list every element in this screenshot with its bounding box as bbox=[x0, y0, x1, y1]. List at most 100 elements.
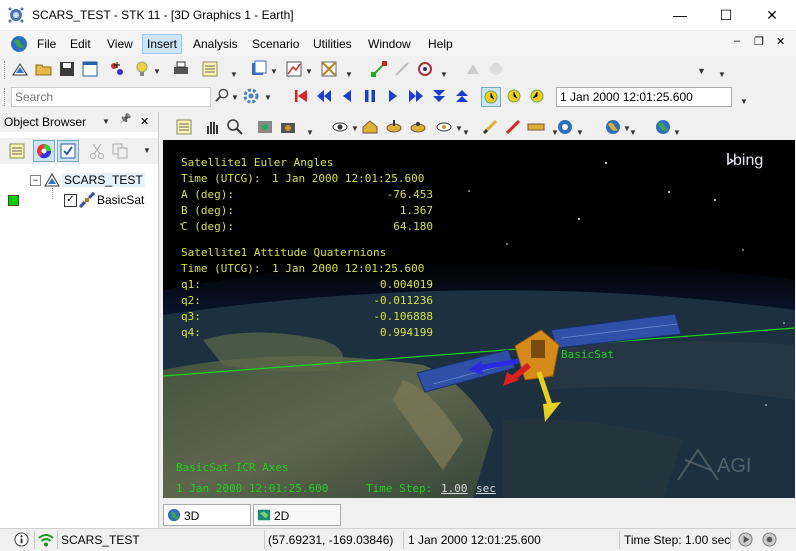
menu-file[interactable]: File bbox=[33, 35, 60, 53]
chevron-down-icon[interactable]: ▼ bbox=[231, 93, 239, 102]
menu-edit[interactable]: Edit bbox=[66, 35, 95, 53]
reset-animation-icon[interactable] bbox=[292, 87, 310, 105]
show-checked-toggle[interactable] bbox=[57, 140, 79, 162]
info-icon[interactable] bbox=[14, 532, 29, 547]
chevron-down-icon[interactable]: ▼ bbox=[629, 128, 637, 137]
pencil-icon[interactable] bbox=[504, 118, 522, 136]
faster-icon[interactable] bbox=[453, 87, 471, 105]
deck-access-icon[interactable] bbox=[464, 60, 482, 78]
search-icon[interactable] bbox=[214, 88, 229, 103]
time-step-unit[interactable]: sec bbox=[476, 482, 496, 495]
tree-item-scenario[interactable]: SCARS_TEST bbox=[62, 173, 145, 187]
reverse-icon[interactable] bbox=[338, 87, 356, 105]
analysis-tool-icon[interactable] bbox=[320, 60, 338, 78]
minimize-button[interactable]: — bbox=[657, 0, 703, 30]
view-from-icon[interactable] bbox=[331, 118, 349, 136]
gear-icon[interactable] bbox=[242, 87, 260, 105]
time-step-value[interactable]: 1.00 bbox=[441, 482, 468, 495]
menu-insert[interactable]: Insert bbox=[142, 34, 183, 54]
chain-icon[interactable] bbox=[416, 60, 434, 78]
graph-icon[interactable] bbox=[285, 60, 303, 78]
save-icon[interactable] bbox=[58, 60, 76, 78]
clock-icon[interactable] bbox=[505, 87, 523, 105]
chevron-down-icon[interactable]: ▼ bbox=[143, 146, 151, 155]
satellite-visibility-checkbox[interactable]: ✓ bbox=[64, 194, 77, 207]
measure-icon[interactable] bbox=[481, 118, 499, 136]
menu-utilities[interactable]: Utilities bbox=[309, 35, 356, 53]
toolbar-grip[interactable] bbox=[4, 61, 8, 79]
pause-icon[interactable] bbox=[361, 87, 379, 105]
chevron-down-icon[interactable]: ▼ bbox=[440, 70, 448, 79]
current-time-field[interactable] bbox=[556, 87, 732, 107]
access-icon[interactable] bbox=[370, 60, 388, 78]
chevron-down-icon[interactable]: ▼ bbox=[697, 66, 706, 76]
insert-object-icon[interactable] bbox=[108, 60, 126, 78]
new-scenario-icon[interactable] bbox=[11, 60, 29, 78]
tree-collapse-toggle[interactable]: − bbox=[30, 175, 41, 186]
toolbar-grip[interactable] bbox=[4, 88, 8, 106]
3d-graphics-view[interactable]: bing AGI Satellite1 Euler Angles Time (U… bbox=[163, 140, 795, 498]
chevron-down-icon[interactable]: ▼ bbox=[462, 128, 470, 137]
earth-view-icon[interactable] bbox=[654, 118, 672, 136]
chevron-down-icon[interactable]: ▼ bbox=[305, 67, 313, 76]
chevron-down-icon[interactable]: ▼ bbox=[673, 128, 681, 137]
chevron-down-icon[interactable]: ▼ bbox=[306, 128, 314, 137]
copy-icon[interactable] bbox=[111, 142, 129, 160]
mdi-close-button[interactable]: ✕ bbox=[776, 35, 785, 48]
report-icon[interactable] bbox=[175, 118, 193, 136]
camera-icon[interactable] bbox=[279, 118, 297, 136]
globe-manager-icon[interactable] bbox=[604, 118, 622, 136]
chevron-down-icon[interactable]: ▼ bbox=[230, 70, 238, 79]
menu-view[interactable]: View bbox=[103, 35, 137, 53]
mdi-minimize-button[interactable]: – bbox=[734, 35, 740, 47]
cut-icon[interactable] bbox=[88, 142, 106, 160]
report-icon[interactable] bbox=[8, 142, 26, 160]
chevron-down-icon[interactable]: ▼ bbox=[264, 93, 272, 102]
menu-analysis[interactable]: Analysis bbox=[189, 35, 242, 53]
reports-manager-icon[interactable] bbox=[250, 60, 268, 78]
chevron-down-icon[interactable]: ▼ bbox=[345, 70, 353, 79]
fast-reverse-icon[interactable] bbox=[315, 87, 333, 105]
tab-2d-graphics[interactable]: 2D Graphic... bbox=[253, 504, 341, 545]
x-real-time-icon[interactable] bbox=[528, 87, 546, 105]
chevron-down-icon[interactable]: ▼ bbox=[740, 97, 748, 106]
menu-window[interactable]: Window bbox=[364, 35, 415, 53]
remove-access-icon[interactable] bbox=[393, 60, 411, 78]
chevron-down-icon[interactable]: ▼ bbox=[153, 67, 161, 76]
print-icon[interactable] bbox=[172, 60, 190, 78]
view-options-icon[interactable] bbox=[435, 118, 453, 136]
menu-scenario[interactable]: Scenario bbox=[248, 35, 303, 53]
close-button[interactable]: ✕ bbox=[749, 0, 795, 30]
chevron-down-icon[interactable]: ▼ bbox=[102, 117, 110, 126]
snapshot-icon[interactable] bbox=[256, 118, 274, 136]
ruler-icon[interactable] bbox=[527, 118, 545, 136]
fast-forward-icon[interactable] bbox=[407, 87, 425, 105]
chevron-down-icon[interactable]: ▼ bbox=[270, 67, 278, 76]
menu-help[interactable]: Help bbox=[424, 35, 457, 53]
home-view-icon[interactable] bbox=[361, 118, 379, 136]
globe-settings-icon[interactable] bbox=[556, 118, 574, 136]
pan-hand-icon[interactable] bbox=[203, 118, 221, 136]
orient-north-icon[interactable] bbox=[385, 118, 403, 136]
search-input[interactable] bbox=[11, 87, 211, 107]
globe-icon[interactable] bbox=[10, 35, 28, 53]
slower-icon[interactable] bbox=[430, 87, 448, 105]
realtime-clock-icon[interactable] bbox=[481, 87, 501, 107]
panel-close-icon[interactable]: ✕ bbox=[140, 115, 149, 128]
properties-icon[interactable] bbox=[81, 60, 99, 78]
open-folder-icon[interactable] bbox=[35, 60, 53, 78]
play-icon[interactable] bbox=[384, 87, 402, 105]
chevron-down-icon[interactable]: ▼ bbox=[576, 128, 584, 137]
chevron-down-icon[interactable]: ▼ bbox=[718, 70, 726, 79]
lightbulb-icon[interactable] bbox=[133, 60, 151, 78]
chevron-down-icon[interactable]: ▼ bbox=[351, 124, 359, 133]
zoom-icon[interactable] bbox=[226, 118, 244, 136]
tree-item-satellite[interactable]: BasicSat bbox=[97, 193, 144, 207]
tab-3d-graphics[interactable]: 3D Graphic... bbox=[163, 504, 251, 545]
report-icon[interactable] bbox=[201, 60, 219, 78]
pin-icon[interactable]: 📌 bbox=[119, 114, 131, 125]
coverage-icon[interactable] bbox=[487, 60, 505, 78]
maximize-button[interactable]: ☐ bbox=[703, 0, 749, 30]
mdi-restore-button[interactable]: ❐ bbox=[754, 35, 764, 48]
orient-icon[interactable] bbox=[409, 118, 427, 136]
